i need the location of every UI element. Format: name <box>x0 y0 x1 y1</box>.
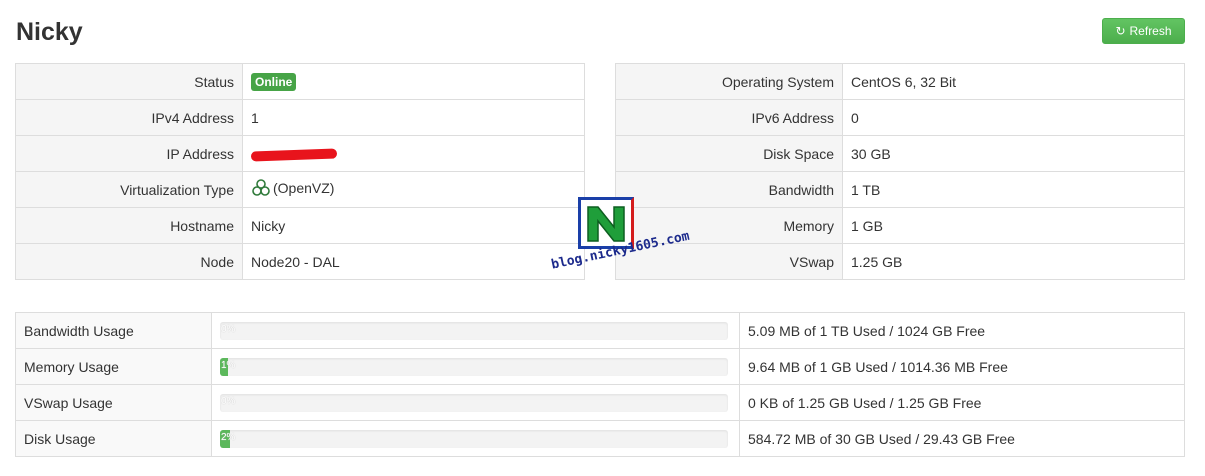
bandwidth-value: 1 TB <box>842 171 1185 208</box>
bandwidth-usage-label: Bandwidth Usage <box>15 312 212 349</box>
memory-usage-detail: 9.64 MB of 1 GB Used / 1014.36 MB Free <box>739 348 1185 385</box>
server-spec-table: Operating System CentOS 6, 32 Bit IPv6 A… <box>615 63 1185 280</box>
ipv6-value: 0 <box>842 99 1185 136</box>
hostname-label: Hostname <box>15 207 243 244</box>
page-title: Nicky <box>16 18 83 46</box>
bandwidth-label: Bandwidth <box>615 171 843 208</box>
memory-value: 1 GB <box>842 207 1185 244</box>
memory-usage-label: Memory Usage <box>15 348 212 385</box>
table-row: Hostname Nicky <box>15 207 585 244</box>
disk-usage-detail: 584.72 MB of 30 GB Used / 29.43 GB Free <box>739 420 1185 457</box>
virtualization-label: Virtualization Type <box>15 171 243 208</box>
table-row: IP Address <box>15 135 585 172</box>
vswap-usage-progress: 0% <box>220 393 728 412</box>
table-row: Operating System CentOS 6, 32 Bit <box>615 63 1185 100</box>
progress-percent: 0% <box>221 395 236 407</box>
ip-address-label: IP Address <box>15 135 243 172</box>
vswap-usage-detail: 0 KB of 1.25 GB Used / 1.25 GB Free <box>739 384 1185 421</box>
table-row: Memory Usage 1% 9.64 MB of 1 GB Used / 1… <box>15 348 1185 385</box>
table-row: VSwap Usage 0% 0 KB of 1.25 GB Used / 1.… <box>15 384 1185 421</box>
refresh-icon: ↻ <box>1115 24 1126 38</box>
status-badge: Online <box>251 72 297 91</box>
ipv6-label: IPv6 Address <box>615 99 843 136</box>
ipv4-label: IPv4 Address <box>15 99 243 136</box>
table-row: Disk Usage 2% 584.72 MB of 30 GB Used / … <box>15 420 1185 457</box>
bandwidth-usage-progress: 0% <box>220 321 728 340</box>
disk-usage-progress: 2% <box>220 429 728 448</box>
node-value: Node20 - DAL <box>242 243 585 280</box>
table-row: Node Node20 - DAL <box>15 243 585 280</box>
refresh-label: Refresh <box>1129 24 1172 38</box>
server-info-table: Status Online IPv4 Address 1 IP Address … <box>15 63 585 280</box>
refresh-button[interactable]: ↻ Refresh <box>1102 18 1185 44</box>
vswap-value: 1.25 GB <box>842 243 1185 280</box>
disk-space-value: 30 GB <box>842 135 1185 172</box>
redaction-mark <box>250 148 338 162</box>
os-label: Operating System <box>615 63 843 100</box>
n-letter-icon <box>587 206 625 242</box>
vswap-usage-label: VSwap Usage <box>15 384 212 421</box>
table-row: Status Online <box>15 63 585 100</box>
memory-usage-progress: 1% <box>220 357 728 376</box>
openvz-icon <box>252 179 270 196</box>
table-row: Bandwidth 1 TB <box>615 171 1185 208</box>
node-label: Node <box>15 243 243 280</box>
table-row: Virtualization Type (OpenVZ) <box>15 171 585 208</box>
table-row: VSwap 1.25 GB <box>615 243 1185 280</box>
disk-usage-label: Disk Usage <box>15 420 212 457</box>
ipv4-value: 1 <box>242 99 585 136</box>
hostname-value: Nicky <box>242 207 585 244</box>
progress-percent: 0% <box>221 323 236 335</box>
os-value: CentOS 6, 32 Bit <box>842 63 1185 100</box>
table-row: IPv4 Address 1 <box>15 99 585 136</box>
table-row: Disk Space 30 GB <box>615 135 1185 172</box>
table-row: Bandwidth Usage 0% 5.09 MB of 1 TB Used … <box>15 312 1185 349</box>
status-label: Status <box>15 63 243 100</box>
progress-percent: 2% <box>221 431 236 443</box>
bandwidth-usage-detail: 5.09 MB of 1 TB Used / 1024 GB Free <box>739 312 1185 349</box>
usage-table: Bandwidth Usage 0% 5.09 MB of 1 TB Used … <box>15 312 1185 457</box>
table-row: Memory 1 GB <box>615 207 1185 244</box>
table-row: IPv6 Address 0 <box>615 99 1185 136</box>
progress-percent: 1% <box>221 359 236 371</box>
disk-space-label: Disk Space <box>615 135 843 172</box>
virtualization-value: (OpenVZ) <box>273 180 335 196</box>
